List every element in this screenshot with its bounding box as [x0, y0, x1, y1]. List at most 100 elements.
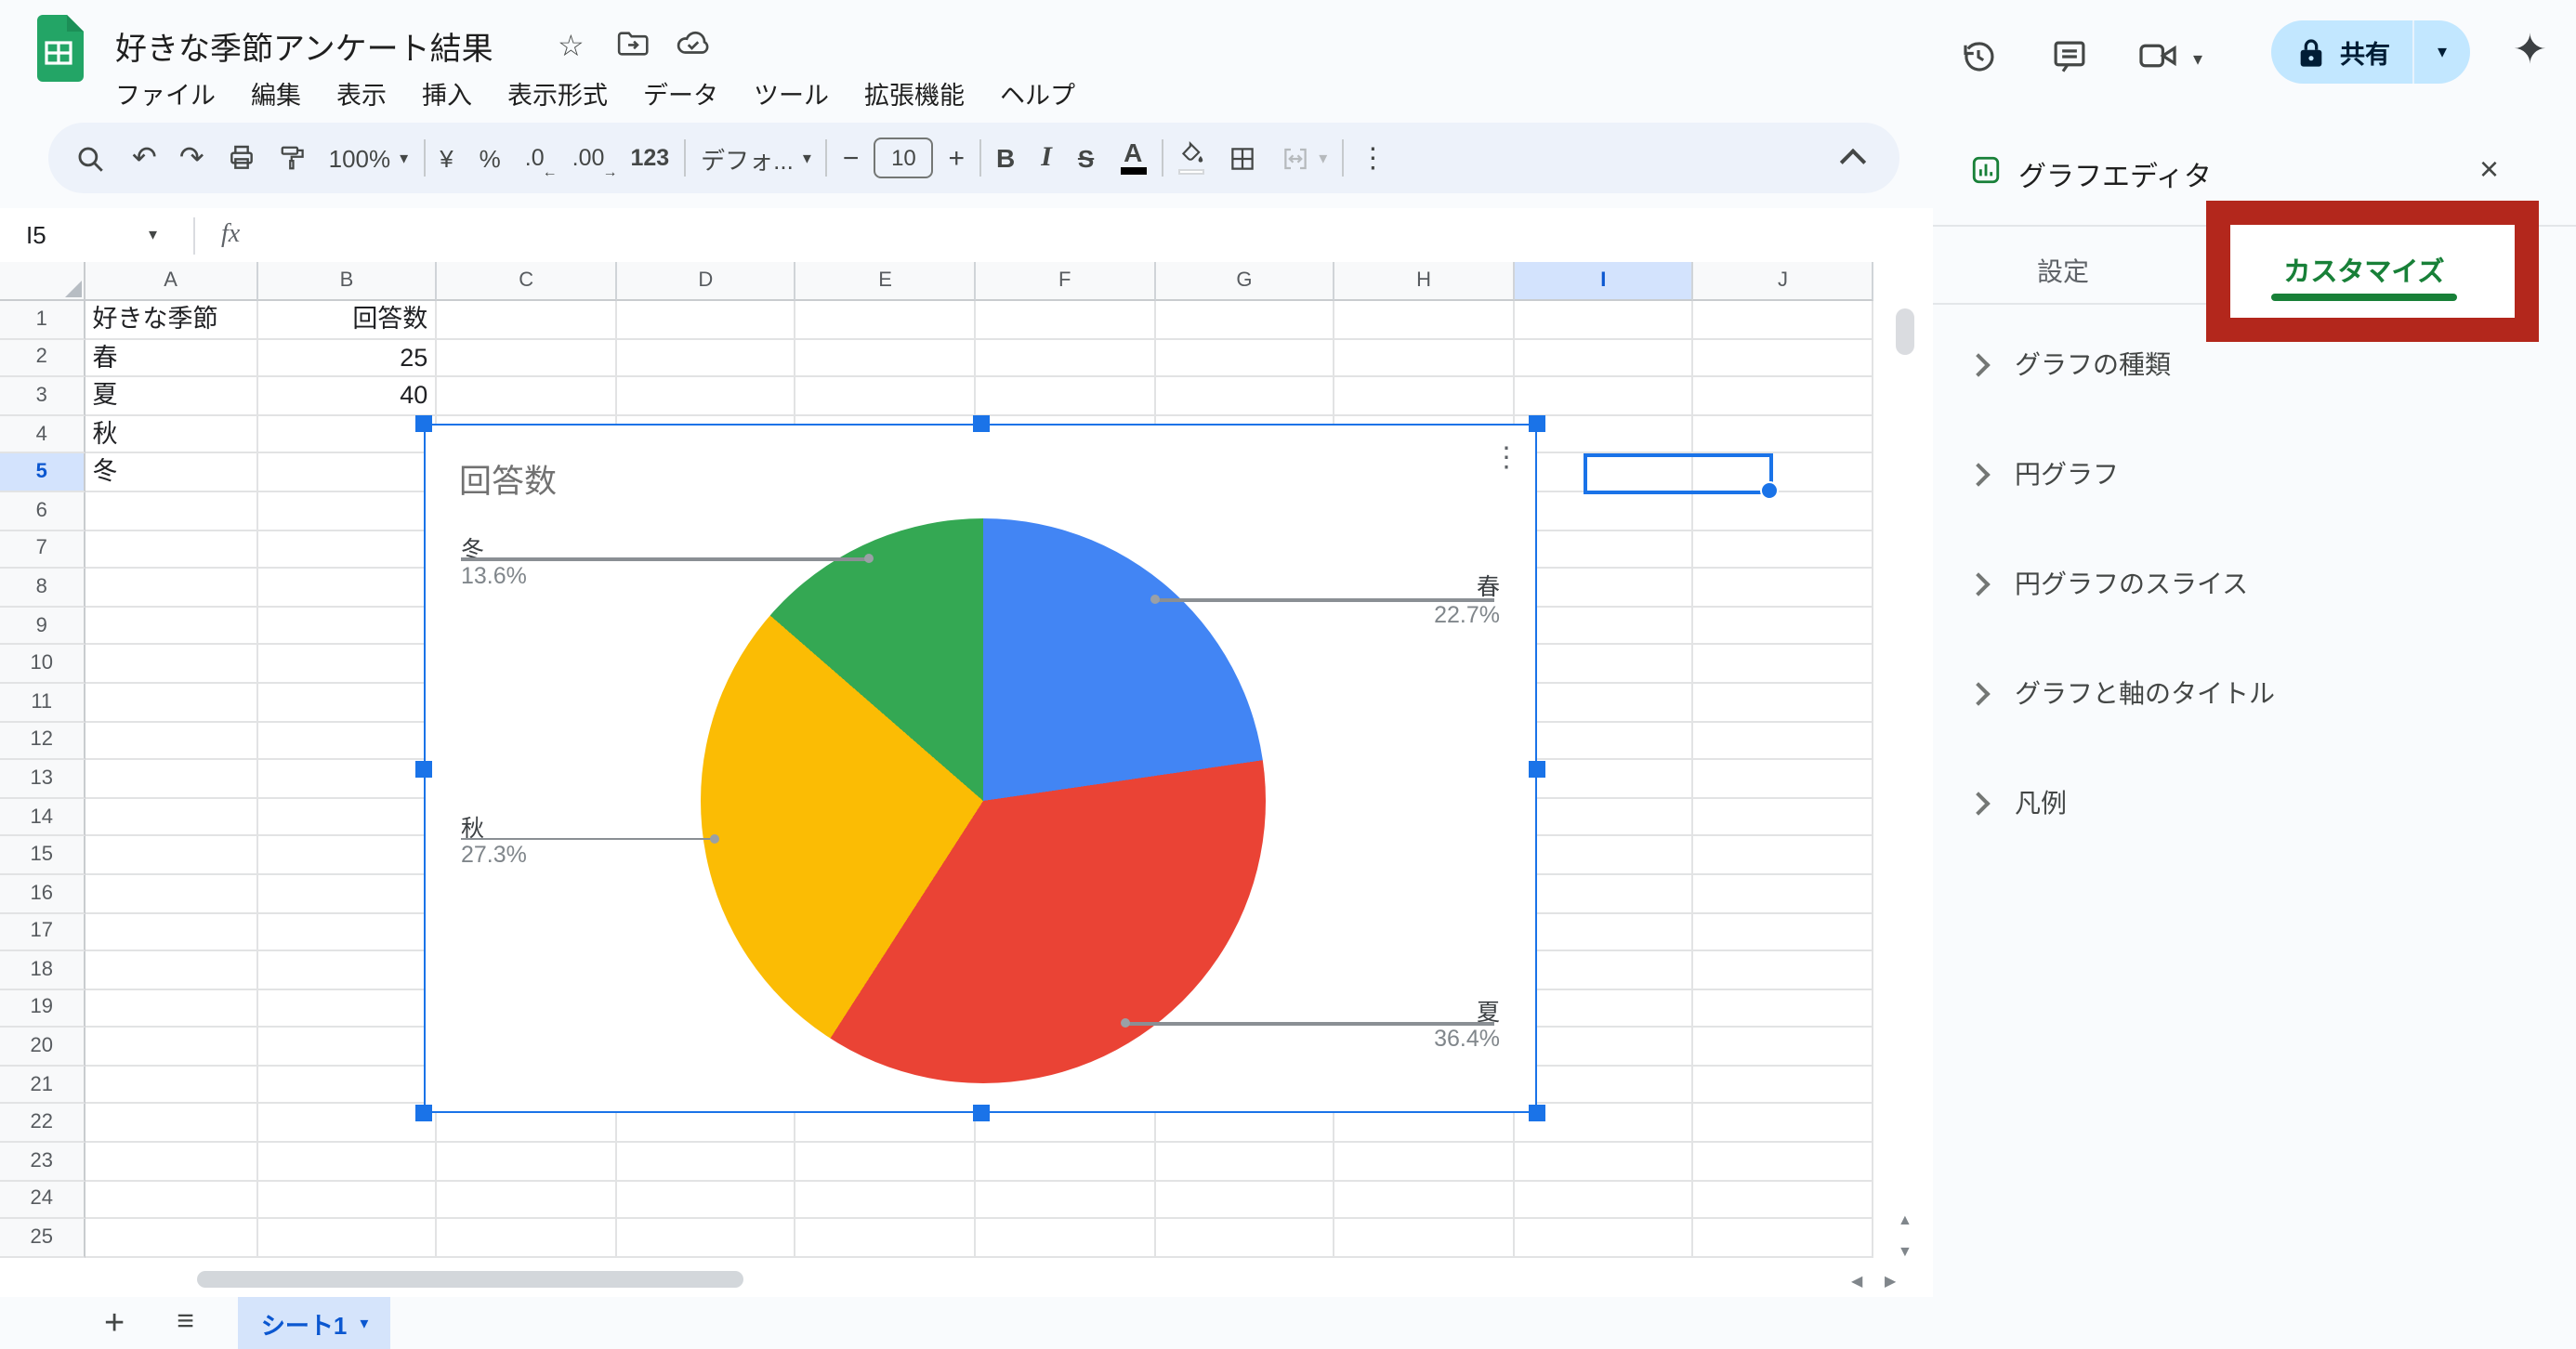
row-header-12[interactable]: 12 [0, 722, 85, 760]
paint-format-icon[interactable] [279, 143, 307, 173]
cell-D25[interactable] [617, 1220, 796, 1258]
increase-font-size-button[interactable]: + [948, 142, 965, 174]
italic-button[interactable]: I [1041, 142, 1052, 174]
cell-D3[interactable] [617, 377, 796, 415]
menu-item-5[interactable]: データ [639, 72, 722, 113]
horizontal-scrollbar-thumb[interactable] [197, 1271, 743, 1288]
share-button[interactable]: 共有 ▾ [2271, 20, 2470, 84]
chart-resize-handle-7[interactable] [1529, 1105, 1545, 1121]
cell-A6[interactable] [85, 492, 258, 530]
cell-J25[interactable] [1694, 1220, 1873, 1258]
cell-G3[interactable] [1155, 377, 1334, 415]
decrease-font-size-button[interactable]: − [843, 142, 860, 174]
cell-A25[interactable] [85, 1220, 258, 1258]
cell-B22[interactable] [257, 1105, 437, 1143]
row-header-7[interactable]: 7 [0, 530, 85, 569]
chart-resize-handle-4[interactable] [1529, 760, 1545, 777]
cell-J17[interactable] [1694, 913, 1873, 951]
cell-J1[interactable] [1694, 301, 1873, 339]
panel-section-1[interactable]: 円グラフ [1963, 455, 2119, 492]
cell-C1[interactable] [437, 301, 616, 339]
row-header-24[interactable]: 24 [0, 1181, 85, 1219]
cell-D1[interactable] [617, 301, 796, 339]
cell-E2[interactable] [796, 339, 976, 377]
row-header-20[interactable]: 20 [0, 1028, 85, 1067]
cell-C23[interactable] [437, 1143, 616, 1181]
row-header-16[interactable]: 16 [0, 875, 85, 913]
cell-D2[interactable] [617, 339, 796, 377]
panel-section-0[interactable]: グラフの種類 [1963, 346, 2171, 383]
zoom-select[interactable]: 100%▾ [329, 144, 409, 172]
cell-J10[interactable] [1694, 646, 1873, 684]
row-header-13[interactable]: 13 [0, 760, 85, 798]
cell-I21[interactable] [1515, 1067, 1694, 1105]
undo-icon[interactable]: ↶ [132, 139, 157, 177]
cell-B9[interactable] [257, 608, 437, 646]
cell-B24[interactable] [257, 1181, 437, 1219]
row-header-4[interactable]: 4 [0, 416, 85, 454]
cell-I14[interactable] [1515, 798, 1694, 836]
cell-A10[interactable] [85, 646, 258, 684]
bold-button[interactable]: B [996, 143, 1015, 173]
pie-chart-object[interactable]: 回答数 ⋮ 冬 13.6% 秋 27.3% 春 22.7% 夏 36.4% [424, 424, 1537, 1113]
cell-B5[interactable] [257, 454, 437, 492]
cell-B12[interactable] [257, 722, 437, 760]
text-color-button[interactable]: A [1120, 142, 1146, 175]
column-header-G[interactable]: G [1155, 262, 1334, 301]
menu-item-2[interactable]: 表示 [333, 72, 390, 113]
cell-I25[interactable] [1515, 1220, 1694, 1258]
cell-J12[interactable] [1694, 722, 1873, 760]
merge-cells-button[interactable]: ▾ [1280, 144, 1327, 172]
cell-B19[interactable] [257, 989, 437, 1028]
cell-E1[interactable] [796, 301, 976, 339]
cell-G25[interactable] [1155, 1220, 1334, 1258]
cell-J19[interactable] [1694, 989, 1873, 1028]
cell-F23[interactable] [976, 1143, 1155, 1181]
row-header-11[interactable]: 11 [0, 684, 85, 722]
column-header-H[interactable]: H [1335, 262, 1515, 301]
cell-A11[interactable] [85, 684, 258, 722]
add-sheet-icon[interactable]: + [104, 1305, 125, 1341]
cell-I10[interactable] [1515, 646, 1694, 684]
cell-G24[interactable] [1155, 1181, 1334, 1219]
cell-A17[interactable] [85, 913, 258, 951]
cloud-status-icon[interactable] [677, 30, 710, 56]
fill-color-button[interactable] [1177, 141, 1203, 175]
cell-B14[interactable] [257, 798, 437, 836]
row-header-2[interactable]: 2 [0, 339, 85, 377]
cell-H24[interactable] [1334, 1181, 1514, 1219]
cell-I6[interactable] [1515, 492, 1694, 530]
cell-B15[interactable] [257, 837, 437, 875]
cell-C2[interactable] [437, 339, 616, 377]
font-select[interactable]: デフォ...▾ [701, 140, 811, 176]
cell-J23[interactable] [1694, 1143, 1873, 1181]
cell-A21[interactable] [85, 1067, 258, 1105]
cell-B11[interactable] [257, 684, 437, 722]
cell-J20[interactable] [1694, 1028, 1873, 1067]
scroll-left-icon[interactable]: ◀ [1851, 1273, 1862, 1290]
redo-icon[interactable]: ↷ [179, 139, 204, 177]
cell-J4[interactable] [1694, 416, 1873, 454]
tab-settings[interactable]: 設定 [2017, 253, 2109, 290]
row-header-19[interactable]: 19 [0, 989, 85, 1028]
row-header-14[interactable]: 14 [0, 798, 85, 836]
cell-J7[interactable] [1694, 530, 1873, 569]
cell-B17[interactable] [257, 913, 437, 951]
chart-menu-icon[interactable]: ⋮ [1492, 440, 1520, 474]
star-icon[interactable]: ☆ [558, 28, 585, 65]
decrease-decimal-button[interactable]: .0← [525, 145, 545, 171]
cell-B6[interactable] [257, 492, 437, 530]
cell-B25[interactable] [257, 1220, 437, 1258]
cell-I16[interactable] [1515, 875, 1694, 913]
cell-J18[interactable] [1694, 951, 1873, 989]
all-sheets-icon[interactable]: ≡ [177, 1306, 194, 1340]
column-header-F[interactable]: F [976, 262, 1155, 301]
chart-resize-handle-5[interactable] [415, 1105, 432, 1121]
cell-J2[interactable] [1694, 339, 1873, 377]
cell-B13[interactable] [257, 760, 437, 798]
sheets-logo[interactable] [33, 15, 84, 82]
cell-J3[interactable] [1694, 377, 1873, 415]
row-header-1[interactable]: 1 [0, 301, 85, 339]
cell-A20[interactable] [85, 1028, 258, 1067]
chart-resize-handle-0[interactable] [415, 415, 432, 432]
